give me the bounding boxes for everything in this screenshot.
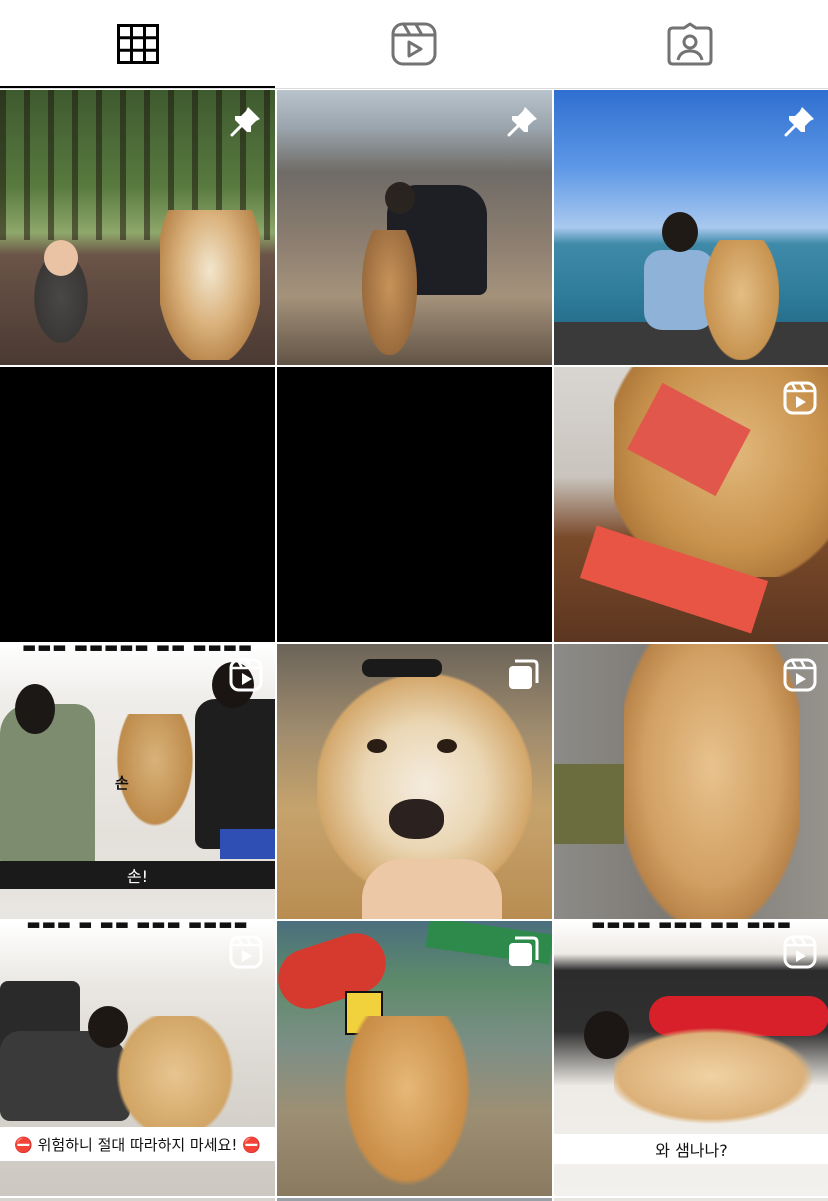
profile-tab-bar — [0, 0, 828, 89]
reel-icon — [783, 935, 817, 969]
post-thumbnail-6[interactable] — [554, 367, 828, 642]
tab-tagged[interactable] — [552, 0, 828, 88]
video-headline: ▬▬▬ ▬ ▬▬ ▬▬▬ ▬▬▬▬ — [26, 921, 249, 933]
posts-grid: ▬▬▬ ▬▬▬▬▬ ▬▬ ▬▬▬▬ 손 손! ▬▬▬ ▬ ▬▬ ▬▬▬ ▬▬▬▬… — [0, 89, 828, 1201]
post-thumbnail-2[interactable] — [277, 90, 552, 365]
reel-icon — [783, 381, 817, 415]
reel-icon — [783, 658, 817, 692]
post-thumbnail-3[interactable] — [554, 90, 828, 365]
tagged-icon — [667, 22, 713, 66]
post-thumbnail-8[interactable] — [277, 644, 552, 919]
post-thumbnail-1[interactable] — [0, 90, 275, 365]
tab-posts[interactable] — [0, 0, 276, 88]
tab-reels[interactable] — [276, 0, 552, 88]
pin-icon — [230, 107, 260, 137]
post-thumbnail-9[interactable] — [554, 644, 828, 919]
video-headline: ▬▬▬▬ ▬▬▬ ▬▬ ▬▬▬ — [591, 921, 792, 933]
reels-icon — [391, 22, 437, 66]
pin-icon — [784, 107, 814, 137]
post-thumbnail-7[interactable]: ▬▬▬ ▬▬▬▬▬ ▬▬ ▬▬▬▬ 손 손! — [0, 644, 275, 919]
carousel-icon — [509, 936, 539, 966]
carousel-icon — [509, 659, 539, 689]
post-thumbnail-4[interactable] — [0, 367, 275, 642]
post-thumbnail-10[interactable]: ▬▬▬ ▬ ▬▬ ▬▬▬ ▬▬▬▬ ⛔ 위험하니 절대 따라하지 마세요! ⛔ — [0, 921, 275, 1196]
pin-icon — [507, 107, 537, 137]
grid-icon — [117, 24, 159, 64]
reel-icon — [229, 658, 263, 692]
post-thumbnail-12[interactable]: ▬▬▬▬ ▬▬▬ ▬▬ ▬▬▬ 와 샘나나? — [554, 921, 828, 1196]
inline-text-label: 손 — [115, 774, 129, 792]
video-caption: 손! — [0, 861, 275, 889]
post-thumbnail-11[interactable] — [277, 921, 552, 1196]
video-caption: 와 샘나나? — [554, 1134, 828, 1164]
video-headline: ▬▬▬ ▬▬▬▬▬ ▬▬ ▬▬▬▬ — [21, 644, 254, 656]
post-thumbnail-5[interactable] — [277, 367, 552, 642]
video-caption: ⛔ 위험하니 절대 따라하지 마세요! ⛔ — [0, 1127, 275, 1161]
reel-icon — [229, 935, 263, 969]
